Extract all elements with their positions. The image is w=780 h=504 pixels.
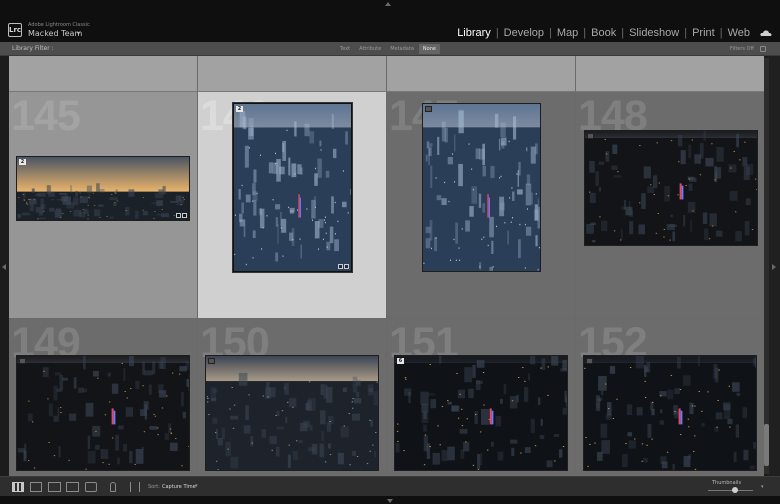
collapse-top-panel-icon[interactable]	[385, 2, 391, 6]
painter-icon[interactable]	[110, 482, 116, 492]
module-slideshow[interactable]: Slideshow	[629, 27, 679, 39]
stack-count-badge[interactable]: 2	[19, 159, 26, 165]
lightroom-logo: Lrc	[8, 23, 22, 37]
expand-filmstrip-icon[interactable]	[387, 499, 393, 503]
develop-adjusted-icon[interactable]	[182, 213, 187, 218]
scrollbar-thumb[interactable]	[764, 424, 769, 466]
people-view-icon[interactable]	[85, 482, 97, 492]
chevron-down-icon[interactable]: ▾	[77, 30, 80, 37]
cloud-sync-icon[interactable]	[760, 30, 772, 36]
sort-label: Sort:	[148, 484, 160, 490]
module-library[interactable]: Library	[457, 27, 491, 39]
photo-thumbnail[interactable]	[584, 130, 758, 246]
flag-icon[interactable]	[425, 106, 432, 112]
grid-cell[interactable]: 1462	[198, 92, 387, 319]
filter-none[interactable]: None	[418, 44, 440, 54]
grid-cell-partial[interactable]	[576, 56, 764, 92]
lock-icon[interactable]	[760, 46, 766, 52]
filter-metadata[interactable]: Metadata	[386, 44, 418, 54]
grid-cell-partial[interactable]	[198, 56, 387, 92]
grid-cell-partial[interactable]	[9, 56, 198, 92]
module-picker: Library | Develop | Map | Book | Slideshow | …	[457, 27, 750, 39]
scrollbar-track[interactable]	[764, 58, 769, 474]
filter-presets[interactable]: Filters Off	[730, 46, 754, 52]
photo-thumbnail[interactable]: 2	[232, 102, 353, 273]
thumbnail-size-slider[interactable]	[708, 490, 753, 491]
loupe-view-icon[interactable]	[30, 482, 42, 492]
grid-cell[interactable]: 145 2	[9, 92, 198, 319]
lightroom-window: Lrc Adobe Lightroom Classic Macked Team …	[0, 0, 780, 504]
flag-icon[interactable]	[19, 358, 26, 364]
develop-adjusted-icon[interactable]	[344, 264, 349, 269]
thumbnail-size-knob[interactable]	[732, 487, 738, 493]
module-develop[interactable]: Develop	[504, 27, 544, 39]
expand-right-panel-icon[interactable]	[772, 264, 776, 270]
metadata-icon[interactable]	[176, 213, 181, 218]
library-filter-label: Library Filter :	[12, 45, 54, 52]
grid-cell[interactable]: 147	[387, 92, 576, 319]
module-map[interactable]: Map	[557, 27, 578, 39]
bottom-toolbar: Sort: Capture Time ▾ Thumbnails ▾	[0, 476, 780, 496]
survey-view-icon[interactable]	[66, 482, 79, 492]
grid-cell[interactable]: 150	[198, 319, 387, 476]
photo-thumbnail[interactable]: 2	[16, 156, 190, 221]
photo-thumbnail[interactable]: 6	[394, 355, 568, 471]
grid-cell[interactable]: 152	[576, 319, 764, 476]
module-web[interactable]: Web	[728, 27, 750, 39]
identity-plate-bar: Lrc Adobe Lightroom Classic Macked Team …	[0, 0, 780, 42]
flag-icon[interactable]	[208, 358, 215, 364]
stack-count-badge[interactable]: 6	[397, 358, 404, 364]
grid-cell-partial[interactable]	[387, 56, 576, 92]
module-print[interactable]: Print	[692, 27, 715, 39]
module-book[interactable]: Book	[591, 27, 616, 39]
library-filter-bar: Library Filter : Text Attribute Metadata…	[0, 42, 780, 56]
toolbar-options-icon[interactable]: ▾	[761, 484, 764, 490]
identity-plate-name[interactable]: Macked Team	[28, 29, 82, 38]
stack-count-badge[interactable]: 2	[236, 106, 243, 112]
filter-attribute[interactable]: Attribute	[355, 44, 385, 54]
flag-icon[interactable]	[587, 133, 594, 139]
sort-direction-icon[interactable]	[130, 482, 140, 492]
grid-cell[interactable]: 148	[576, 92, 764, 319]
photo-thumbnail[interactable]	[422, 103, 541, 272]
chevron-down-icon[interactable]: ▾	[195, 483, 198, 489]
expand-left-panel-icon[interactable]	[2, 264, 6, 270]
thumbnails-label: Thumbnails	[712, 480, 742, 486]
photo-thumbnail[interactable]	[583, 355, 757, 471]
filter-text[interactable]: Text	[336, 44, 354, 54]
photo-thumbnail[interactable]	[205, 355, 379, 471]
grid-cell[interactable]: 149	[9, 319, 198, 476]
app-name: Adobe Lightroom Classic	[28, 22, 90, 28]
flag-icon[interactable]	[586, 358, 593, 364]
photo-thumbnail[interactable]	[16, 355, 190, 471]
thumbnail-badges	[176, 213, 187, 218]
grid-cell[interactable]: 151 6	[387, 319, 576, 476]
filter-options: Text Attribute Metadata None	[336, 44, 441, 54]
compare-view-icon[interactable]	[48, 482, 61, 492]
sort-select[interactable]: Capture Time	[162, 484, 196, 490]
metadata-icon[interactable]	[338, 264, 343, 269]
cell-index-number: 145	[11, 92, 81, 140]
grid-view-icon[interactable]	[12, 482, 24, 492]
grid-view: 145214621471481491501516152	[9, 56, 764, 476]
thumbnail-badges	[338, 264, 349, 269]
